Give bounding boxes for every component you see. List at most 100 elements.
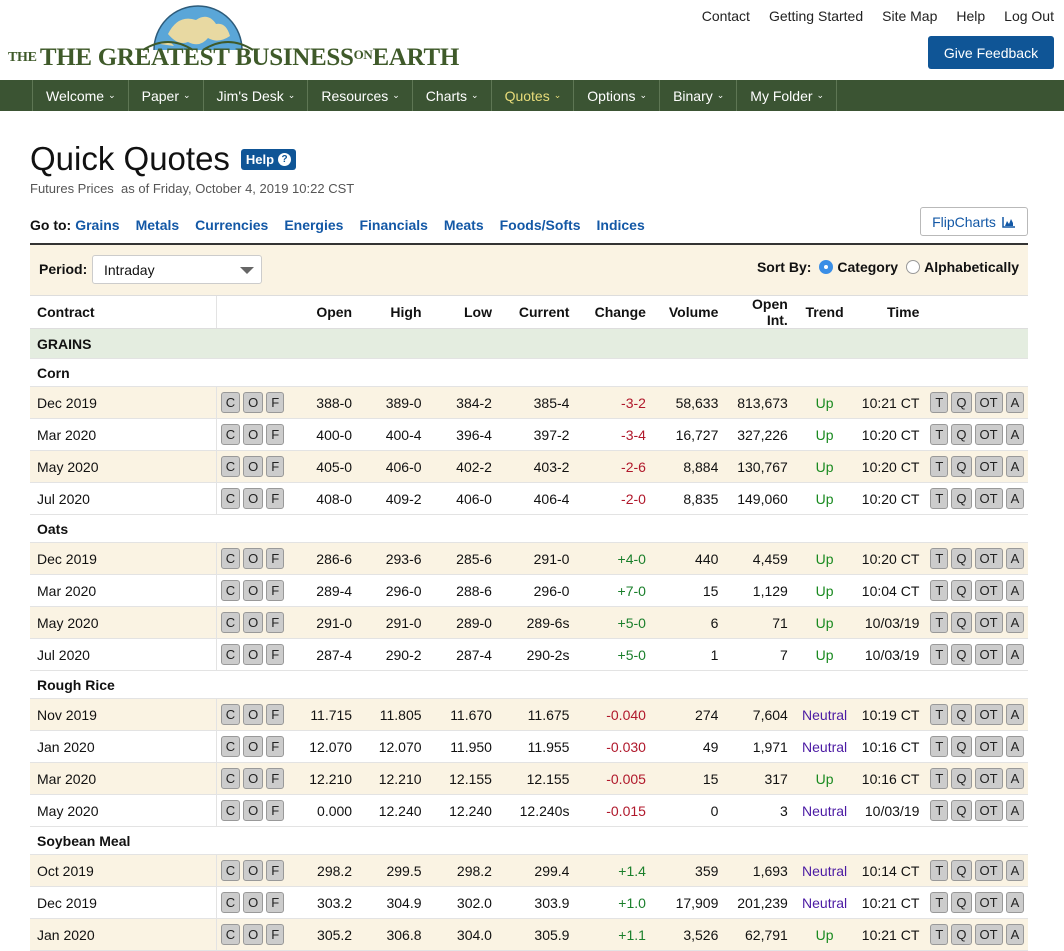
- nav-item-paper[interactable]: Paper ⌄: [127, 80, 203, 111]
- row-button-o[interactable]: O: [243, 488, 264, 509]
- action-button-ot[interactable]: OT: [974, 704, 1003, 725]
- row-button-f[interactable]: F: [266, 924, 285, 945]
- period-select[interactable]: Intraday: [92, 255, 262, 284]
- row-button-o[interactable]: O: [243, 892, 264, 913]
- row-button-f[interactable]: F: [266, 768, 285, 789]
- row-button-o[interactable]: O: [243, 548, 264, 569]
- action-button-q[interactable]: Q: [951, 580, 972, 601]
- row-button-c[interactable]: C: [220, 612, 241, 633]
- action-button-a[interactable]: A: [1005, 456, 1025, 477]
- sort-alphabetically-radio[interactable]: [906, 260, 921, 274]
- nav-item-welcome[interactable]: Welcome ⌄: [32, 80, 128, 111]
- sort-category-radio[interactable]: [819, 260, 834, 274]
- row-button-o[interactable]: O: [243, 644, 264, 665]
- action-button-ot[interactable]: OT: [974, 612, 1003, 633]
- top-link-help[interactable]: Help: [956, 8, 985, 24]
- action-button-a[interactable]: A: [1005, 736, 1025, 757]
- row-button-c[interactable]: C: [220, 800, 241, 821]
- row-button-o[interactable]: O: [243, 704, 264, 725]
- action-button-ot[interactable]: OT: [974, 736, 1003, 757]
- row-button-c[interactable]: C: [220, 580, 241, 601]
- action-button-t[interactable]: T: [930, 800, 949, 821]
- nav-item-resources[interactable]: Resources ⌄: [307, 80, 411, 111]
- action-button-t[interactable]: T: [930, 392, 949, 413]
- action-button-a[interactable]: A: [1005, 612, 1025, 633]
- row-button-c[interactable]: C: [220, 768, 241, 789]
- action-button-q[interactable]: Q: [951, 704, 972, 725]
- action-button-ot[interactable]: OT: [974, 392, 1003, 413]
- row-button-f[interactable]: F: [266, 424, 285, 445]
- action-button-q[interactable]: Q: [951, 456, 972, 477]
- action-button-ot[interactable]: OT: [974, 860, 1003, 881]
- action-button-q[interactable]: Q: [951, 800, 972, 821]
- row-button-o[interactable]: O: [243, 860, 264, 881]
- action-button-t[interactable]: T: [930, 580, 949, 601]
- action-button-ot[interactable]: OT: [974, 800, 1003, 821]
- action-button-ot[interactable]: OT: [974, 924, 1003, 945]
- row-button-c[interactable]: C: [220, 644, 241, 665]
- action-button-t[interactable]: T: [930, 644, 949, 665]
- row-button-f[interactable]: F: [266, 800, 285, 821]
- give-feedback-button[interactable]: Give Feedback: [928, 36, 1054, 69]
- row-button-f[interactable]: F: [266, 488, 285, 509]
- row-button-c[interactable]: C: [220, 392, 241, 413]
- nav-item-charts[interactable]: Charts ⌄: [411, 80, 491, 111]
- action-button-t[interactable]: T: [930, 892, 949, 913]
- row-button-f[interactable]: F: [266, 392, 285, 413]
- action-button-ot[interactable]: OT: [974, 488, 1003, 509]
- nav-item-binary[interactable]: Binary ⌄: [659, 80, 736, 111]
- row-button-o[interactable]: O: [243, 612, 264, 633]
- contract-cell[interactable]: Dec 2019: [30, 886, 217, 919]
- action-button-t[interactable]: T: [930, 736, 949, 757]
- action-button-q[interactable]: Q: [951, 548, 972, 569]
- action-button-q[interactable]: Q: [951, 892, 972, 913]
- action-button-a[interactable]: A: [1005, 768, 1025, 789]
- action-button-ot[interactable]: OT: [974, 548, 1003, 569]
- row-button-f[interactable]: F: [266, 548, 285, 569]
- row-button-c[interactable]: C: [220, 736, 241, 757]
- nav-item-options[interactable]: Options ⌄: [573, 80, 659, 111]
- action-button-t[interactable]: T: [930, 548, 949, 569]
- action-button-q[interactable]: Q: [951, 488, 972, 509]
- site-logo[interactable]: THE THE GREATEST BUSINESSONEARTH: [8, 4, 459, 76]
- action-button-t[interactable]: T: [930, 924, 949, 945]
- action-button-t[interactable]: T: [930, 768, 949, 789]
- action-button-t[interactable]: T: [930, 612, 949, 633]
- top-link-log-out[interactable]: Log Out: [1004, 8, 1054, 24]
- action-button-a[interactable]: A: [1005, 924, 1025, 945]
- action-button-a[interactable]: A: [1005, 860, 1025, 881]
- action-button-ot[interactable]: OT: [974, 768, 1003, 789]
- goto-link-indices[interactable]: Indices: [597, 217, 645, 233]
- action-button-ot[interactable]: OT: [974, 456, 1003, 477]
- row-button-f[interactable]: F: [266, 644, 285, 665]
- action-button-t[interactable]: T: [930, 860, 949, 881]
- top-link-getting-started[interactable]: Getting Started: [769, 8, 863, 24]
- row-button-c[interactable]: C: [220, 548, 241, 569]
- action-button-t[interactable]: T: [930, 424, 949, 445]
- action-button-q[interactable]: Q: [951, 424, 972, 445]
- action-button-q[interactable]: Q: [951, 644, 972, 665]
- action-button-t[interactable]: T: [930, 704, 949, 725]
- row-button-c[interactable]: C: [220, 488, 241, 509]
- row-button-f[interactable]: F: [266, 580, 285, 601]
- contract-cell[interactable]: May 2020: [30, 606, 217, 639]
- row-button-c[interactable]: C: [220, 424, 241, 445]
- goto-link-currencies[interactable]: Currencies: [195, 217, 268, 233]
- action-button-q[interactable]: Q: [951, 924, 972, 945]
- row-button-o[interactable]: O: [243, 424, 264, 445]
- row-button-c[interactable]: C: [220, 860, 241, 881]
- row-button-f[interactable]: F: [266, 456, 285, 477]
- nav-item-quotes[interactable]: Quotes ⌄: [490, 80, 574, 111]
- action-button-ot[interactable]: OT: [974, 644, 1003, 665]
- action-button-ot[interactable]: OT: [974, 580, 1003, 601]
- nav-item-my-folder[interactable]: My Folder ⌄: [736, 80, 838, 111]
- contract-cell[interactable]: Jul 2020: [30, 638, 217, 671]
- contract-cell[interactable]: May 2020: [30, 794, 217, 827]
- contract-cell[interactable]: May 2020: [30, 450, 217, 483]
- action-button-q[interactable]: Q: [951, 736, 972, 757]
- action-button-ot[interactable]: OT: [974, 892, 1003, 913]
- action-button-ot[interactable]: OT: [974, 424, 1003, 445]
- contract-cell[interactable]: Oct 2019: [30, 854, 217, 887]
- top-link-site-map[interactable]: Site Map: [882, 8, 937, 24]
- nav-item-jim-s-desk[interactable]: Jim's Desk ⌄: [202, 80, 308, 111]
